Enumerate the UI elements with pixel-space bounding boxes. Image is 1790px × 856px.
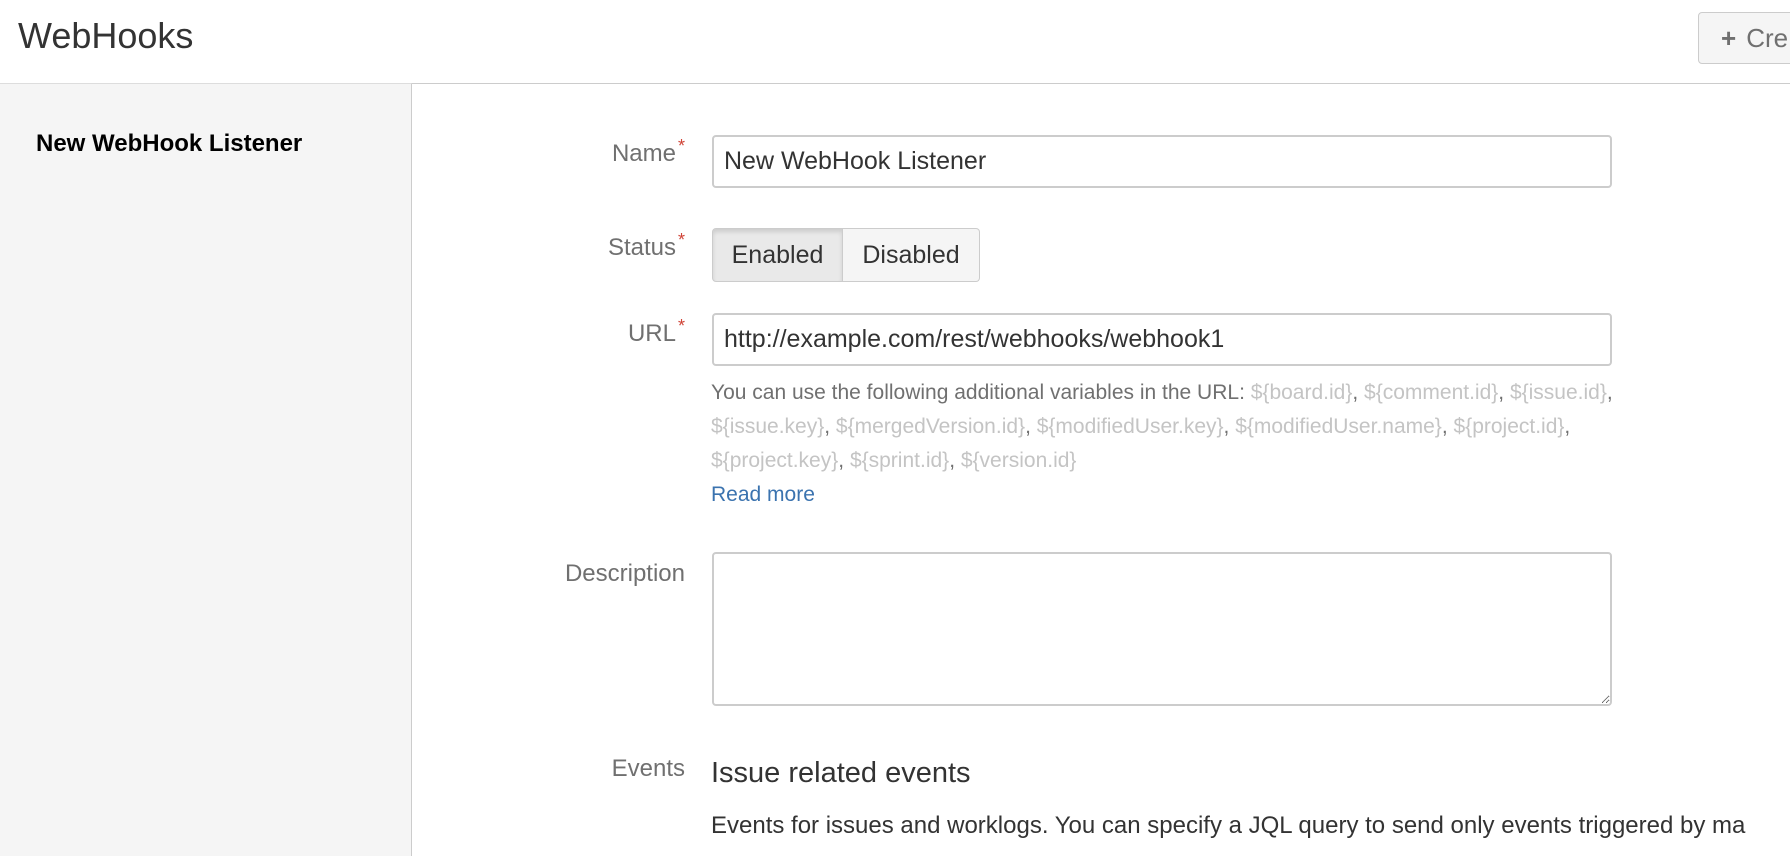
status-label: Status * <box>607 231 685 262</box>
description-label: Description <box>564 560 685 587</box>
url-variable: ${sprint.id} <box>849 449 950 472</box>
url-variable: ${board.id} <box>1250 381 1353 404</box>
events-label: Events <box>611 755 685 782</box>
url-variable: ${project.id} <box>1453 415 1565 438</box>
url-variable: ${issue.key} <box>711 415 825 438</box>
create-webhook-button[interactable]: + Cre <box>1698 12 1790 64</box>
sidebar: New WebHook Listener <box>0 83 412 856</box>
status-disabled-button[interactable]: Disabled <box>843 228 980 282</box>
description-textarea[interactable] <box>712 552 1612 706</box>
url-variable: ${version.id} <box>960 449 1077 472</box>
url-variable: ${mergedVersion.id} <box>835 415 1026 438</box>
name-label: Name * <box>611 137 685 168</box>
status-required-marker: * <box>677 230 685 250</box>
page-header: WebHooks + Cre <box>0 0 1790 83</box>
name-input[interactable] <box>712 135 1612 188</box>
url-required-marker: * <box>677 316 685 336</box>
url-help-prefix: You can use the following additional var… <box>711 381 1245 404</box>
url-help-text: You can use the following additional var… <box>711 376 1661 512</box>
create-button-label: Cre <box>1746 22 1789 53</box>
name-label-text: Name <box>611 140 676 167</box>
issue-events-heading: Issue related events <box>711 757 971 789</box>
url-variable: ${project.key} <box>711 449 839 472</box>
url-label: URL * <box>627 317 685 348</box>
status-toggle-group: Enabled Disabled <box>712 228 980 282</box>
url-variable: ${comment.id} <box>1364 381 1499 404</box>
page-title: WebHooks <box>18 15 194 56</box>
name-required-marker: * <box>677 136 685 156</box>
url-variable: ${issue.id} <box>1509 381 1607 404</box>
read-more-link[interactable]: Read more <box>711 478 1661 512</box>
url-variable: ${modifiedUser.name} <box>1235 415 1442 438</box>
status-enabled-button[interactable]: Enabled <box>712 228 843 282</box>
sidebar-item-new-webhook-listener[interactable]: New WebHook Listener <box>36 130 302 158</box>
url-input[interactable] <box>712 313 1612 366</box>
issue-events-description: Events for issues and worklogs. You can … <box>711 812 1746 839</box>
status-label-text: Status <box>607 234 676 261</box>
url-variable: ${modifiedUser.key} <box>1036 415 1224 438</box>
url-label-text: URL <box>627 320 676 347</box>
plus-icon: + <box>1721 22 1737 53</box>
